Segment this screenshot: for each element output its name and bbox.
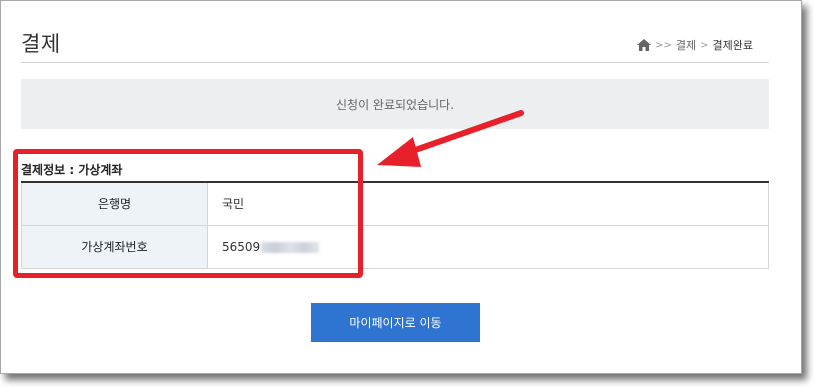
- breadcrumb-item-complete: 결제완료: [712, 39, 753, 52]
- page-title: 결제: [21, 32, 61, 56]
- browser-window: 결제 >> 결제 > 결제완료 신청이 완료되었습니다. 결제정보 : 가상계좌…: [0, 0, 802, 374]
- breadcrumb-separator: >: [700, 39, 709, 51]
- annotation-arrow-icon: [377, 110, 524, 167]
- highlight-annotation-box: [13, 149, 363, 278]
- breadcrumb: >> 결제 > 결제완료: [637, 37, 753, 53]
- breadcrumb-separator: >>: [655, 39, 672, 51]
- mypage-button[interactable]: 마이페이지로 이동: [311, 303, 480, 342]
- breadcrumb-item-payment[interactable]: 결제: [676, 37, 696, 53]
- home-icon[interactable]: [637, 39, 652, 51]
- title-divider: [21, 62, 769, 63]
